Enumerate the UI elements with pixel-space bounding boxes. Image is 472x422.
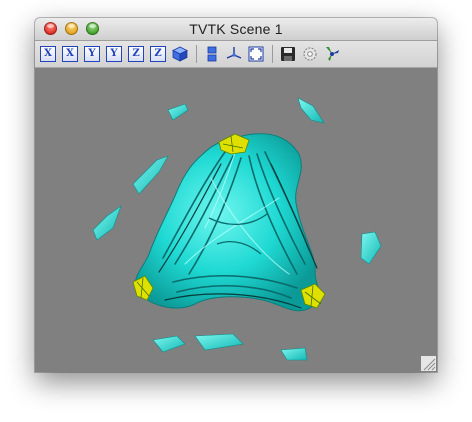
toolbar-separator — [272, 45, 273, 63]
toolbar-separator — [196, 45, 197, 63]
window-title: TVTK Scene 1 — [189, 21, 283, 37]
toolbar: X X Y Y Z Z — [35, 41, 437, 68]
mayavi-icon[interactable] — [324, 46, 340, 62]
view-minus-x-button[interactable]: X — [62, 46, 78, 62]
full-screen-icon[interactable] — [248, 46, 264, 62]
view-plus-z-button[interactable]: Z — [128, 46, 144, 62]
render-viewport[interactable] — [35, 68, 437, 372]
save-icon[interactable] — [280, 46, 296, 62]
view-plus-x-button[interactable]: X — [40, 46, 56, 62]
parallel-projection-icon[interactable] — [204, 46, 220, 62]
tvtk-scene-window: TVTK Scene 1 X X Y Y Z Z — [35, 18, 437, 372]
axes-indicator-icon[interactable] — [226, 46, 242, 62]
configure-icon[interactable] — [302, 46, 318, 62]
view-minus-z-button[interactable]: Z — [150, 46, 166, 62]
view-minus-y-button[interactable]: Y — [106, 46, 122, 62]
isometric-view-icon[interactable] — [172, 46, 188, 62]
title-bar[interactable]: TVTK Scene 1 — [35, 18, 437, 41]
resize-grip-icon[interactable] — [421, 356, 436, 371]
tvtk-surface-render — [92, 97, 382, 361]
view-plus-y-button[interactable]: Y — [84, 46, 100, 62]
